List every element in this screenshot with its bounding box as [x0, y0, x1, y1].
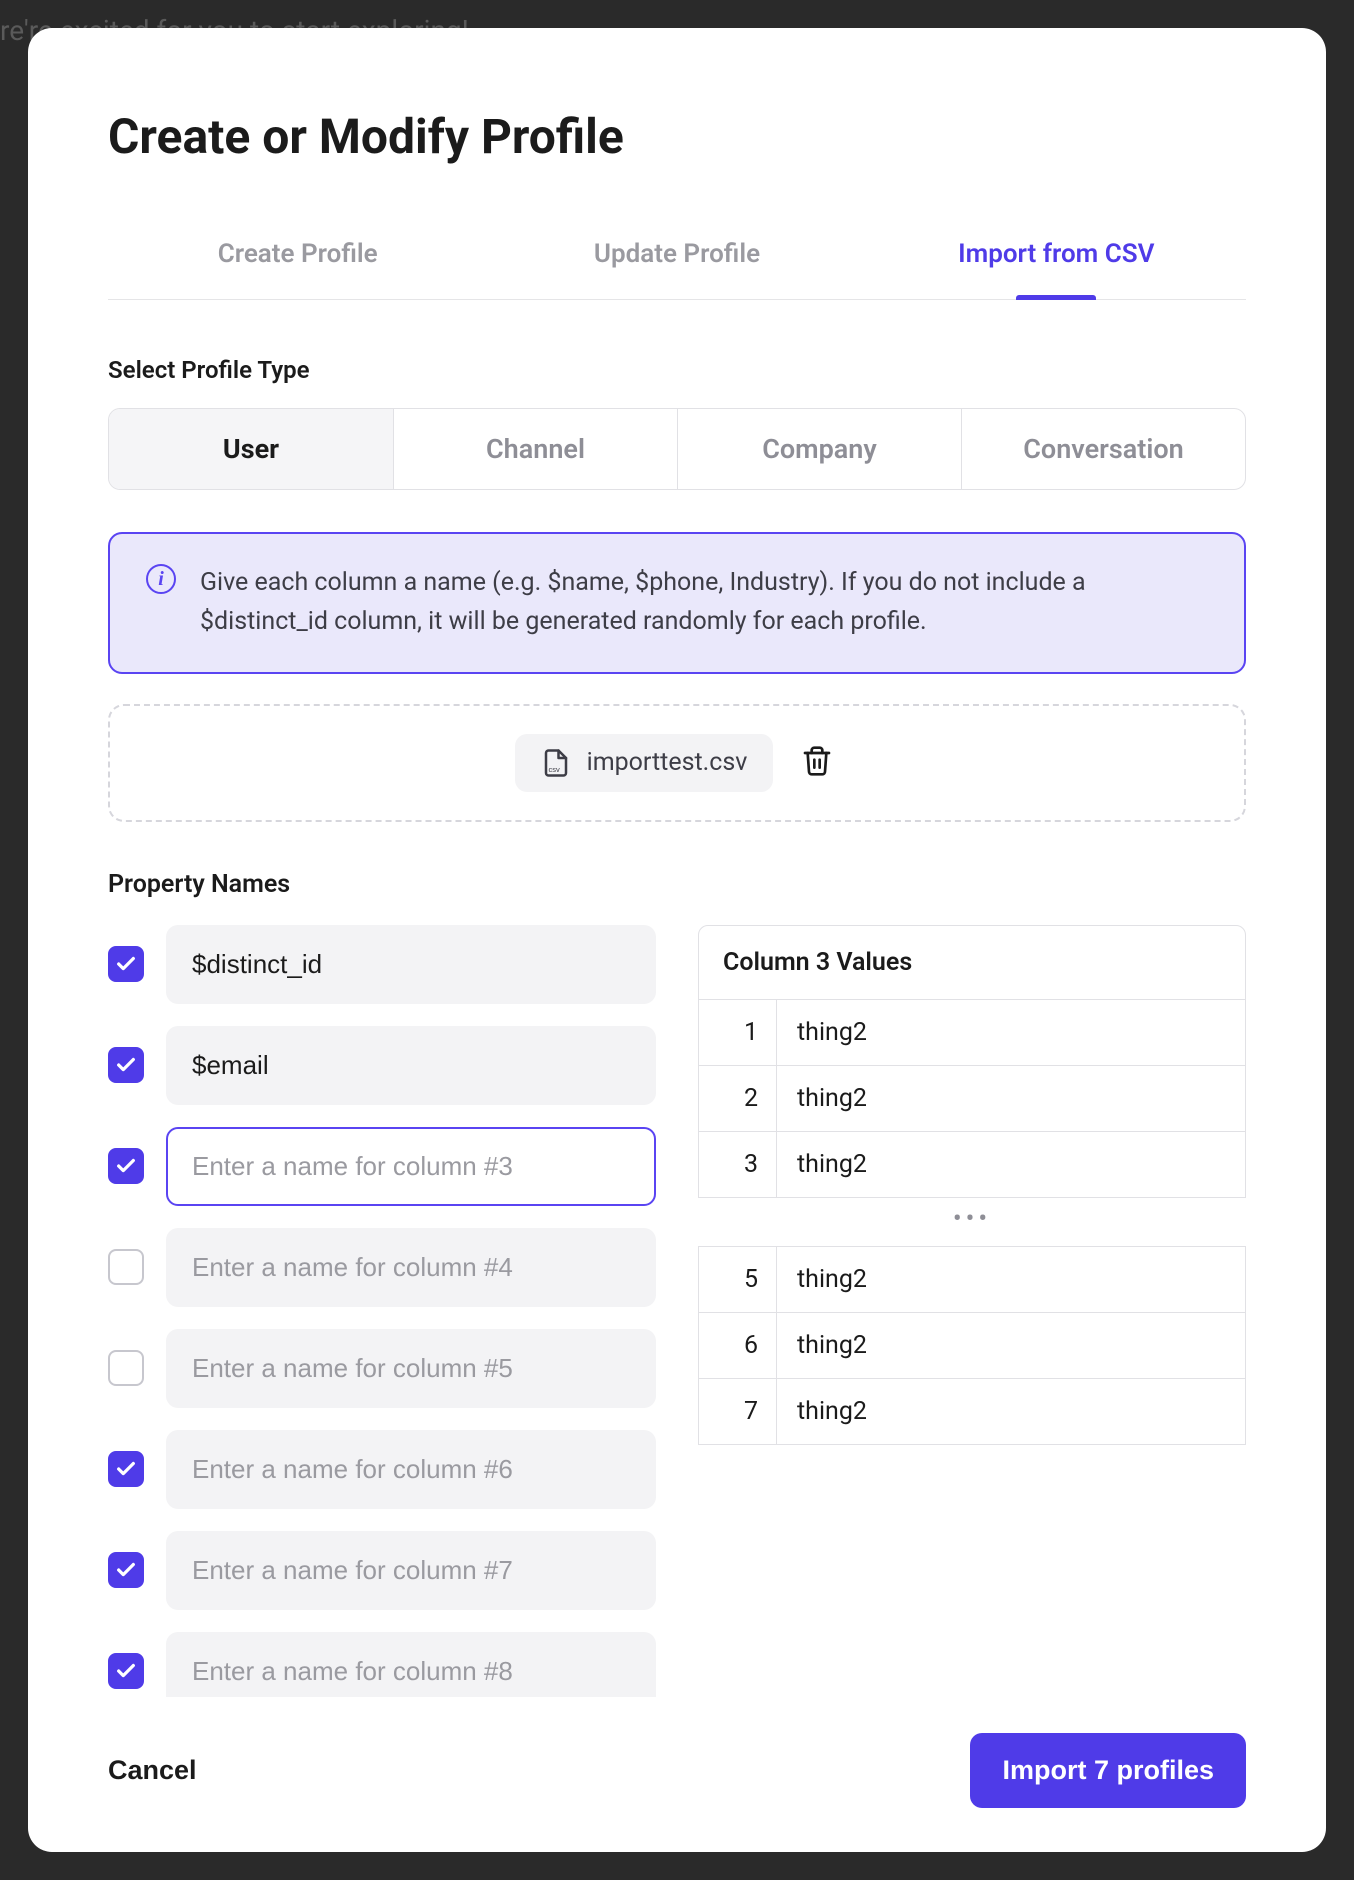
modal: Create or Modify Profile Create ProfileU…: [28, 28, 1326, 1852]
value-index: 1: [699, 1000, 777, 1065]
value-cell: thing2: [777, 1000, 1245, 1065]
info-banner: i Give each column a name (e.g. $name, $…: [108, 532, 1246, 674]
file-name: importtest.csv: [587, 748, 748, 777]
values-ellipsis: •••: [698, 1198, 1246, 1246]
check-icon: [115, 1155, 137, 1177]
tab-update-profile[interactable]: Update Profile: [487, 225, 866, 299]
property-row: [108, 1026, 656, 1105]
csv-file-icon: csv: [541, 748, 571, 778]
property-name-input[interactable]: [166, 925, 656, 1004]
check-icon: [115, 1660, 137, 1682]
cancel-button[interactable]: Cancel: [108, 1755, 197, 1786]
value-index: 5: [699, 1247, 777, 1312]
check-icon: [115, 1559, 137, 1581]
value-row: 3thing2: [699, 1131, 1245, 1197]
tab-import-from-csv[interactable]: Import from CSV: [867, 225, 1246, 299]
property-checkbox[interactable]: [108, 1451, 144, 1487]
file-chip: csv importtest.csv: [515, 734, 774, 792]
delete-file-button[interactable]: [795, 739, 839, 786]
property-checkbox[interactable]: [108, 1653, 144, 1689]
property-name-input[interactable]: [166, 1127, 656, 1206]
profile-type-segmented: UserChannelCompanyConversation: [108, 408, 1246, 490]
value-index: 2: [699, 1066, 777, 1131]
property-name-input[interactable]: [166, 1228, 656, 1307]
property-checkbox[interactable]: [108, 1249, 144, 1285]
value-index: 6: [699, 1313, 777, 1378]
value-row: 1thing2: [699, 1000, 1245, 1065]
profile-type-company[interactable]: Company: [677, 409, 961, 489]
property-checkbox[interactable]: [108, 1148, 144, 1184]
property-row: [108, 1127, 656, 1206]
column-values-table-bottom: 5thing26thing27thing2: [698, 1246, 1246, 1445]
property-row: [108, 1228, 656, 1307]
profile-type-user[interactable]: User: [109, 409, 393, 489]
property-checkbox[interactable]: [108, 1350, 144, 1386]
info-icon: i: [146, 564, 176, 594]
check-icon: [115, 1054, 137, 1076]
import-profiles-button[interactable]: Import 7 profiles: [970, 1733, 1246, 1808]
property-row: [108, 1531, 656, 1610]
value-cell: thing2: [777, 1247, 1245, 1312]
column-values-panel: Column 3 Values 1thing22thing23thing2 ••…: [698, 925, 1246, 1698]
value-cell: thing2: [777, 1313, 1245, 1378]
property-name-input[interactable]: [166, 1531, 656, 1610]
value-row: 6thing2: [699, 1312, 1245, 1378]
value-row: 7thing2: [699, 1378, 1245, 1444]
property-name-input[interactable]: [166, 1430, 656, 1509]
column-values-table-top: 1thing22thing23thing2: [698, 1000, 1246, 1198]
value-cell: thing2: [777, 1132, 1245, 1197]
info-text: Give each column a name (e.g. $name, $ph…: [200, 564, 1208, 642]
value-cell: thing2: [777, 1379, 1245, 1444]
property-name-input[interactable]: [166, 1026, 656, 1105]
check-icon: [115, 953, 137, 975]
check-icon: [115, 1458, 137, 1480]
property-names-label: Property Names: [108, 870, 1246, 899]
property-row: [108, 925, 656, 1004]
property-row: [108, 1329, 656, 1408]
profile-type-channel[interactable]: Channel: [393, 409, 677, 489]
select-profile-type-label: Select Profile Type: [108, 356, 1246, 384]
property-name-input[interactable]: [166, 1329, 656, 1408]
value-row: 2thing2: [699, 1065, 1245, 1131]
trash-icon: [801, 745, 833, 777]
tab-create-profile[interactable]: Create Profile: [108, 225, 487, 299]
file-upload-zone[interactable]: csv importtest.csv: [108, 704, 1246, 822]
tab-bar: Create ProfileUpdate ProfileImport from …: [108, 225, 1246, 300]
property-checkbox[interactable]: [108, 946, 144, 982]
column-values-header: Column 3 Values: [698, 925, 1246, 1000]
value-index: 7: [699, 1379, 777, 1444]
property-name-input[interactable]: [166, 1632, 656, 1698]
property-row: [108, 1430, 656, 1509]
profile-type-conversation[interactable]: Conversation: [961, 409, 1245, 489]
modal-title: Create or Modify Profile: [108, 108, 1246, 165]
svg-text:csv: csv: [548, 764, 560, 773]
property-row: [108, 1632, 656, 1698]
value-row: 5thing2: [699, 1247, 1245, 1312]
value-index: 3: [699, 1132, 777, 1197]
property-checkbox[interactable]: [108, 1552, 144, 1588]
value-cell: thing2: [777, 1066, 1245, 1131]
modal-footer: Cancel Import 7 profiles: [28, 1697, 1326, 1852]
property-checkbox[interactable]: [108, 1047, 144, 1083]
property-list: [108, 925, 656, 1698]
